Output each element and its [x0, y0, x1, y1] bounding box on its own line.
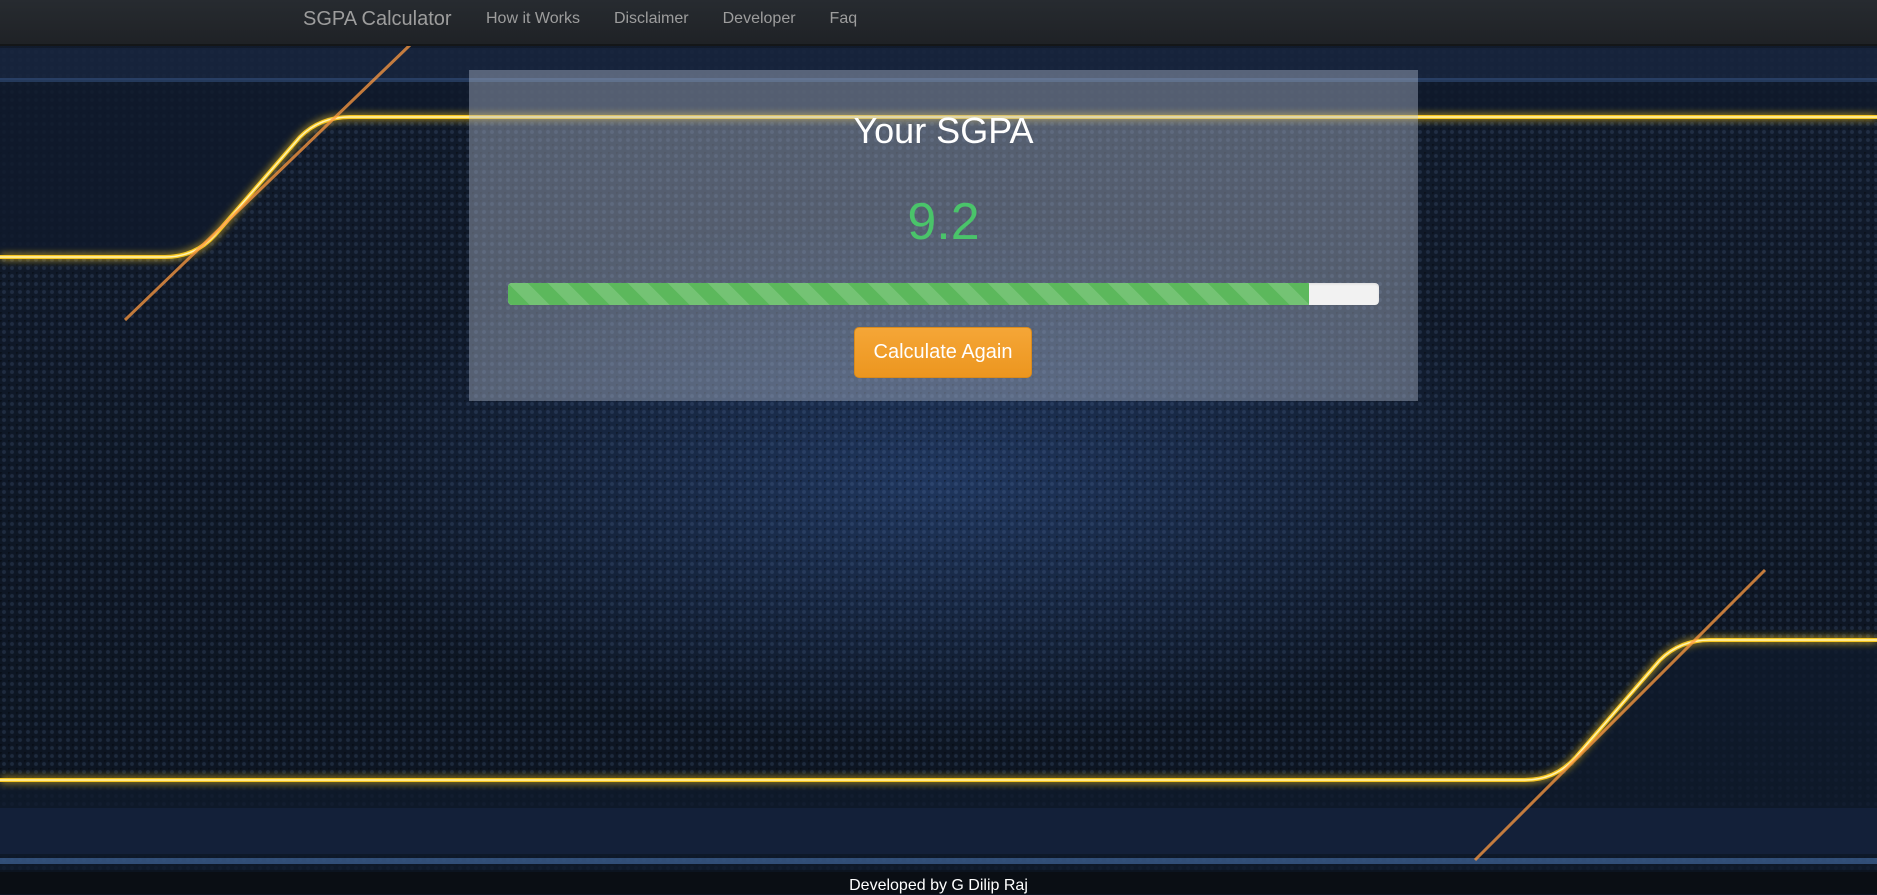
top-navbar: SGPA Calculator How it Works Disclaimer … [0, 0, 1877, 46]
nav-link-developer[interactable]: Developer [723, 10, 796, 28]
footer: Developed by G Dilip Raj [0, 872, 1877, 894]
nav-link-faq[interactable]: Faq [830, 10, 858, 28]
sgpa-progress-bar [508, 283, 1379, 305]
brand-link[interactable]: SGPA Calculator [303, 8, 452, 31]
result-title: Your SGPA [853, 110, 1034, 151]
nav-link-disclaimer[interactable]: Disclaimer [614, 10, 689, 28]
result-panel: Your SGPA 9.2 Calculate Again [469, 70, 1418, 401]
sgpa-progress-fill [508, 283, 1310, 305]
footer-credit: Developed by G Dilip Raj [849, 877, 1028, 894]
nav-link-how-it-works[interactable]: How it Works [486, 10, 580, 28]
nav-menu: How it Works Disclaimer Developer Faq [486, 10, 857, 28]
sgpa-value: 9.2 [907, 193, 980, 251]
calculate-again-button[interactable]: Calculate Again [854, 327, 1032, 378]
